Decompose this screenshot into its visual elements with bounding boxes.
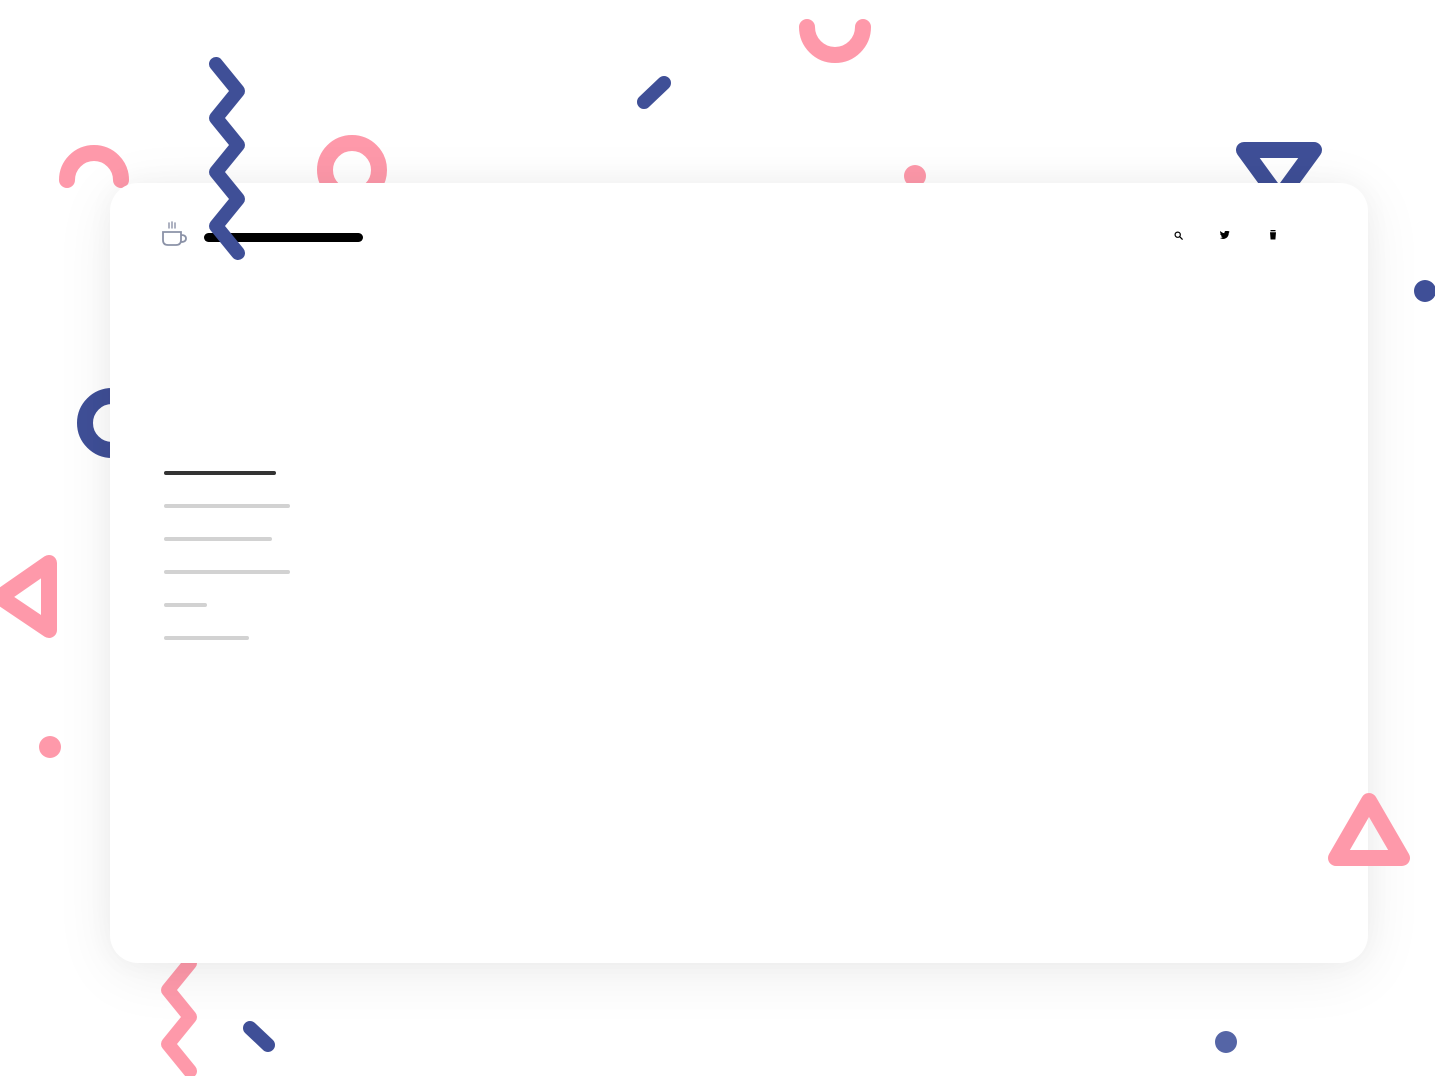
pink-u-shape <box>799 19 871 63</box>
search-icon[interactable] <box>1170 227 1186 243</box>
pink-triangle-shape <box>1328 793 1410 866</box>
twitter-icon[interactable] <box>1217 227 1233 243</box>
menu-item-6[interactable]: menu-item-6 <box>164 636 249 640</box>
main-card: menu-item-1 menu-item-2 menu-item-3 menu… <box>110 183 1368 963</box>
menu-item-2[interactable]: menu-item-2 <box>164 504 290 508</box>
navy-dot-shape <box>1414 280 1435 302</box>
navy-zigzag-shape <box>209 57 245 260</box>
coffee-cup-icon[interactable] <box>1265 227 1281 243</box>
navy-dash-shape <box>243 1021 275 1052</box>
navy-dot-shape <box>1215 1031 1237 1053</box>
pink-dot-shape <box>39 736 61 758</box>
pink-zigzag-shape <box>161 956 197 1076</box>
navy-dash-shape <box>637 76 671 109</box>
pink-triangle-shape <box>0 555 57 638</box>
menu-item-5[interactable]: menu-item-5 <box>164 603 207 607</box>
page-background: menu-item-1 menu-item-2 menu-item-3 menu… <box>0 0 1435 1076</box>
menu-item-4[interactable]: menu-item-4 <box>164 570 290 574</box>
coffee-cup-icon[interactable] <box>160 221 188 251</box>
menu-item-1[interactable]: menu-item-1 <box>164 471 276 475</box>
menu-item-3[interactable]: menu-item-3 <box>164 537 272 541</box>
